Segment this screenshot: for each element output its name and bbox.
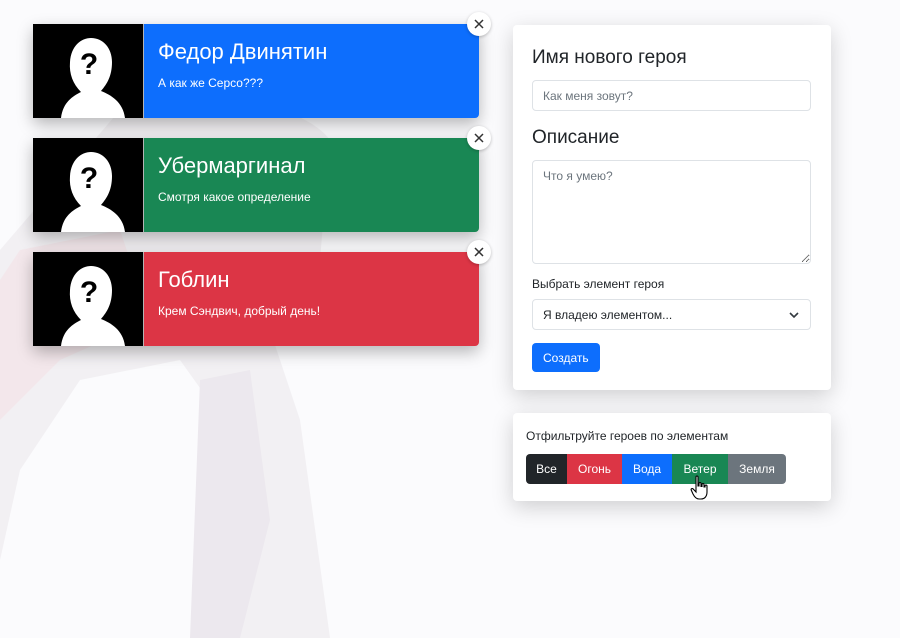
svg-text:?: ? [80,276,98,309]
hero-card: ? Гоблин Крем Сэндвич, добрый день! [33,240,491,346]
chevron-down-icon [789,311,799,318]
close-icon [474,19,484,29]
description-label: Описание [532,127,620,148]
hero-name: Гоблин [158,267,230,292]
filter-button[interactable]: Огонь [567,454,622,484]
unknown-person-avatar-icon: ? [33,24,144,118]
hero-card: ? Федор Двинятин А как же Серсо??? [33,12,491,118]
svg-text:?: ? [80,162,98,195]
delete-hero-button[interactable] [467,12,491,36]
hand-pointer-icon [690,475,708,500]
filter-button[interactable]: Вода [622,454,672,484]
svg-text:?: ? [80,48,98,81]
name-label: Имя нового героя [532,47,687,68]
filter-label: Отфильтруйте героев по элементам [526,429,729,443]
delete-hero-button[interactable] [467,240,491,264]
hero-info: Гоблин Крем Сэндвич, добрый день! [144,252,334,346]
name-input[interactable] [532,80,811,111]
hero-card: ? Убермаргинал Смотря какое определение [33,126,491,232]
hero-description: Крем Сэндвич, добрый день! [158,304,321,318]
hero-info: Федор Двинятин А как же Серсо??? [144,24,341,118]
unknown-person-avatar-icon: ? [33,138,144,232]
element-select-value: Я владею элементом... [543,307,673,322]
filter-button-group: Все Огонь Вода Ветер Земля [526,454,818,484]
close-icon [474,247,484,257]
filter-button[interactable]: Земля [728,454,786,484]
hero-name: Федор Двинятин [158,39,328,64]
hero-name: Убермаргинал [158,153,306,178]
unknown-person-avatar-icon: ? [33,252,144,346]
hero-description: Смотря какое определение [158,190,311,204]
create-button[interactable]: Создать [532,343,600,372]
hero-description: А как же Серсо??? [158,76,263,90]
element-select-label: Выбрать элемент героя [532,277,665,291]
filter-panel: Отфильтруйте героев по элементам Все Огон… [513,413,831,501]
new-hero-form: Имя нового героя Описание Выбрать элемен… [513,25,831,390]
delete-hero-button[interactable] [467,126,491,150]
element-select[interactable]: Я владею элементом... [532,299,811,330]
hero-info: Убермаргинал Смотря какое определение [144,138,325,232]
close-icon [474,133,484,143]
description-textarea[interactable] [532,160,811,264]
filter-button[interactable]: Все [526,454,567,484]
